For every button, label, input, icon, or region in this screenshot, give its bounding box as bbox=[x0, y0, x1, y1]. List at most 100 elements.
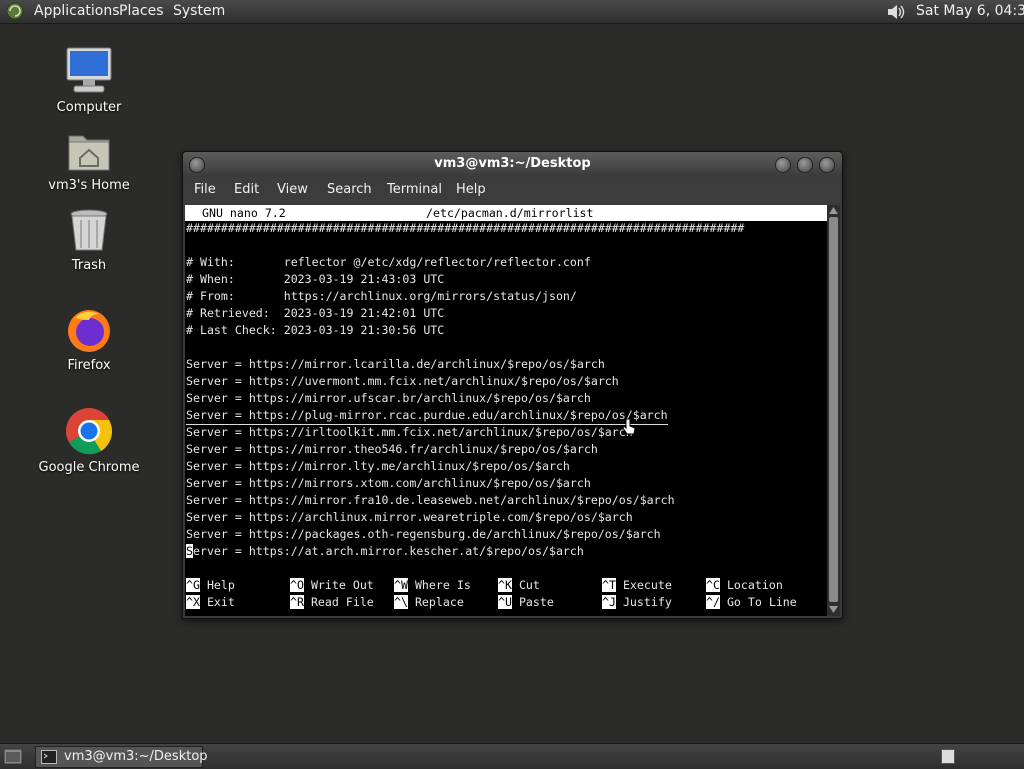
desktop-icon-computer[interactable]: Computer bbox=[29, 46, 149, 115]
terminal-window[interactable]: vm3@vm3:~/Desktop File Edit View Search … bbox=[182, 151, 843, 619]
nano-version: GNU nano 7.2 bbox=[202, 206, 286, 220]
shortcut-key: ^O bbox=[290, 578, 304, 592]
applications-menu[interactable]: Applications bbox=[34, 3, 120, 19]
menu-view[interactable]: View bbox=[277, 182, 308, 197]
desktop-icon-label: Firefox bbox=[67, 358, 111, 373]
menu-help[interactable]: Help bbox=[456, 182, 486, 197]
shortcut-label: Help bbox=[206, 578, 235, 592]
shortcut-label: Justify bbox=[622, 595, 672, 609]
file-line: Server = https://mirror.fra10.de.leasewe… bbox=[186, 493, 675, 507]
desktop-icon-label: vm3's Home bbox=[48, 178, 130, 193]
window-title: vm3@vm3:~/Desktop bbox=[434, 156, 591, 171]
desktop-icon-firefox[interactable]: Firefox bbox=[29, 306, 149, 373]
shortcut-exit[interactable]: ^X Exit bbox=[186, 594, 235, 611]
shortcut-label: Replace bbox=[414, 595, 464, 609]
shortcut-label: Execute bbox=[622, 578, 672, 592]
firefox-icon bbox=[68, 310, 110, 352]
chrome-icon bbox=[66, 408, 113, 455]
volume-icon[interactable] bbox=[884, 1, 906, 23]
nano-titlebar: GNU nano 7.2 /etc/pacman.d/mirrorlist bbox=[185, 205, 827, 221]
system-menu[interactable]: System bbox=[173, 3, 225, 19]
file-line: Server = https://irltoolkit.mm.fcix.net/… bbox=[186, 425, 633, 439]
home-folder-icon bbox=[68, 135, 110, 171]
file-line-cursor: Server = https://at.arch.mirror.kescher.… bbox=[186, 543, 584, 560]
file-line: Server = https://uvermont.mm.fcix.net/ar… bbox=[186, 374, 619, 388]
shortcut-key: ^G bbox=[186, 578, 200, 592]
minimize-button[interactable] bbox=[775, 157, 791, 173]
menu-file[interactable]: File bbox=[194, 182, 216, 197]
shortcut-key: ^\ bbox=[394, 595, 408, 609]
desktop-icon-home[interactable]: vm3's Home bbox=[29, 128, 149, 193]
menu-terminal[interactable]: Terminal bbox=[387, 182, 442, 197]
shortcut-label: Read File bbox=[310, 595, 374, 609]
shortcut-key: ^X bbox=[186, 595, 200, 609]
file-line-hovered-link[interactable]: Server = https://plug-mirror.rcac.purdue… bbox=[186, 407, 668, 425]
terminal-scrollbar[interactable] bbox=[827, 205, 840, 616]
shortcut-key: ^J bbox=[602, 595, 616, 609]
close-button[interactable] bbox=[819, 157, 835, 173]
shortcut-key: ^T bbox=[602, 578, 616, 592]
menu-edit[interactable]: Edit bbox=[234, 182, 259, 197]
scroll-down-arrow-icon[interactable] bbox=[829, 606, 838, 613]
text-cursor: S bbox=[186, 544, 193, 558]
shortcut-paste[interactable]: ^U Paste bbox=[498, 594, 554, 611]
shortcut-cut[interactable]: ^K Cut bbox=[498, 577, 540, 594]
shortcut-key: ^K bbox=[498, 578, 512, 592]
file-line: # Retrieved: 2023-03-19 21:42:01 UTC bbox=[186, 306, 445, 320]
terminal-icon bbox=[41, 750, 57, 764]
scroll-up-arrow-icon[interactable] bbox=[829, 207, 838, 214]
shortcut-help[interactable]: ^G Help bbox=[186, 577, 235, 594]
places-menu[interactable]: Places bbox=[119, 3, 164, 19]
file-line: # With: reflector @/etc/xdg/reflector/re… bbox=[186, 255, 591, 269]
desktop-icon-label: Computer bbox=[56, 100, 122, 115]
file-line: Server = https://mirror.lcarilla.de/arch… bbox=[186, 357, 605, 371]
hash-line: ########################################… bbox=[186, 221, 745, 235]
file-line: Server = https://packages.oth-regensburg… bbox=[186, 527, 661, 541]
show-desktop-icon[interactable] bbox=[3, 748, 23, 765]
shortcut-label: Location bbox=[726, 578, 783, 592]
shortcut-label: Where Is bbox=[414, 578, 471, 592]
menu-search[interactable]: Search bbox=[327, 182, 372, 197]
shortcut-where-is[interactable]: ^W Where Is bbox=[394, 577, 471, 594]
shortcut-location[interactable]: ^C Location bbox=[706, 577, 783, 594]
scrollbar-thumb[interactable] bbox=[829, 217, 838, 602]
desktop-icon-label: Google Chrome bbox=[38, 460, 140, 475]
desktop-icon-trash[interactable]: Trash bbox=[29, 208, 149, 273]
distro-logo-icon[interactable] bbox=[6, 2, 24, 20]
file-line: # Last Check: 2023-03-19 21:30:56 UTC bbox=[186, 323, 445, 337]
file-line-text: erver = https://at.arch.mirror.kescher.a… bbox=[192, 544, 584, 558]
terminal-screen[interactable]: GNU nano 7.2 /etc/pacman.d/mirrorlist ##… bbox=[185, 205, 827, 616]
shortcut-key: ^/ bbox=[706, 595, 720, 609]
hand-cursor-icon bbox=[622, 418, 636, 435]
shortcut-justify[interactable]: ^J Justify bbox=[602, 594, 672, 611]
file-line: Server = https://mirrors.xtom.com/archli… bbox=[186, 476, 591, 490]
shortcut-go-to-line[interactable]: ^/ Go To Line bbox=[706, 594, 797, 611]
shortcut-label: Write Out bbox=[310, 578, 374, 592]
clock[interactable]: Sat May 6, 04:33 bbox=[916, 3, 1024, 19]
shortcut-label: Paste bbox=[518, 595, 554, 609]
desktop-icon-chrome[interactable]: Google Chrome bbox=[29, 406, 149, 475]
computer-icon bbox=[66, 47, 112, 93]
file-line: Server = https://mirror.theo546.fr/archl… bbox=[186, 442, 598, 456]
shortcut-key: ^W bbox=[394, 578, 408, 592]
shortcut-execute[interactable]: ^T Execute bbox=[602, 577, 672, 594]
shortcut-read-file[interactable]: ^R Read File bbox=[290, 594, 374, 611]
taskbar-window-button[interactable]: vm3@vm3:~/Desktop bbox=[35, 746, 208, 768]
shortcut-key: ^R bbox=[290, 595, 304, 609]
file-line: Server = https://mirror.ufscar.br/archli… bbox=[186, 391, 591, 405]
file-line: Server = https://archlinux.mirror.wearet… bbox=[186, 510, 633, 524]
shortcut-key: ^U bbox=[498, 595, 512, 609]
file-line: Server = https://mirror.lty.me/archlinux… bbox=[186, 459, 570, 473]
shortcut-key: ^C bbox=[706, 578, 720, 592]
shortcut-write-out[interactable]: ^O Write Out bbox=[290, 577, 374, 594]
maximize-button[interactable] bbox=[797, 157, 813, 173]
shortcut-label: Exit bbox=[206, 595, 235, 609]
trash-icon bbox=[70, 209, 108, 251]
file-line: # From: https://archlinux.org/mirrors/st… bbox=[186, 289, 577, 303]
shortcut-label: Cut bbox=[518, 578, 540, 592]
bottom-panel: vm3@vm3:~/Desktop bbox=[0, 743, 1024, 769]
workspace-switcher[interactable] bbox=[941, 749, 955, 764]
window-titlebar[interactable]: vm3@vm3:~/Desktop bbox=[183, 152, 842, 177]
shortcut-replace[interactable]: ^\ Replace bbox=[394, 594, 464, 611]
taskbar-window-title: vm3@vm3:~/Desktop bbox=[64, 749, 208, 764]
